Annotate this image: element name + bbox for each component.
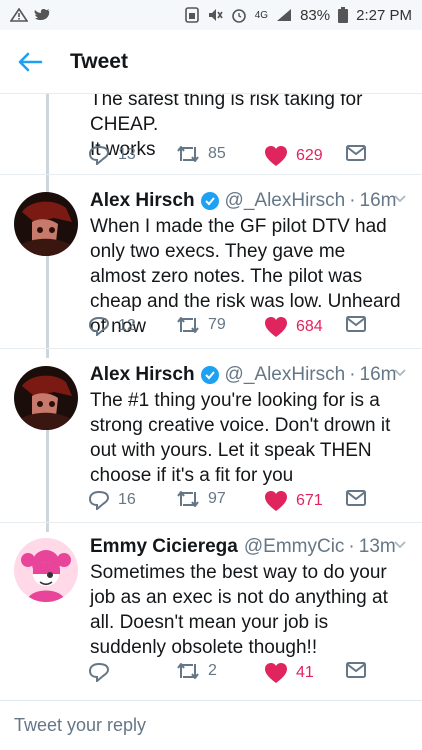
verified-icon [200, 192, 219, 210]
reply-count: 13 [118, 146, 136, 163]
direct-message-button[interactable] [346, 662, 366, 678]
reply-icon [88, 316, 110, 336]
battery-icon [338, 7, 349, 23]
separator-dot: · [349, 364, 356, 385]
like-count: 671 [296, 492, 323, 509]
like-button[interactable]: 629 [264, 145, 323, 167]
status-bar: 4G 83% 2:27 PM [0, 0, 422, 30]
retweet-icon [177, 663, 199, 679]
like-count: 684 [296, 318, 323, 335]
alarm-icon [231, 9, 246, 23]
user-handle[interactable]: @_AlexHirsch [225, 189, 346, 213]
retweet-button[interactable]: 2 [176, 662, 217, 680]
reply-count: 16 [118, 491, 136, 508]
heart-icon [265, 146, 287, 166]
divider [0, 174, 422, 175]
tweet-header: Emmy Cicierega @EmmyCic · 13m [90, 535, 408, 559]
avatar-image [14, 366, 78, 430]
avatar[interactable] [14, 366, 78, 430]
reply-button[interactable]: 16 [88, 490, 136, 510]
timestamp: 16m [359, 190, 397, 211]
retweet-button[interactable]: 79 [176, 316, 226, 334]
chevron-down-icon[interactable] [392, 537, 408, 553]
message-icon [346, 145, 366, 161]
message-icon [346, 316, 366, 332]
reply-icon [88, 490, 110, 510]
reply-button[interactable] [88, 662, 118, 682]
reply-button[interactable]: 12 [88, 316, 136, 336]
retweet-count: 2 [208, 662, 217, 679]
status-right: 4G 83% 2:27 PM [184, 6, 412, 24]
direct-message-button[interactable] [346, 316, 366, 332]
like-count: 41 [296, 664, 314, 681]
divider [0, 348, 422, 349]
tweet-actions: 12 79 684 [88, 316, 408, 342]
like-count: 629 [296, 147, 323, 164]
display-name[interactable]: Alex Hirsch [90, 363, 195, 387]
display-name[interactable]: Emmy Cicierega [90, 535, 238, 559]
avatar-image [14, 192, 78, 256]
page-title: Tweet [70, 49, 128, 73]
twitter-bird-icon [34, 9, 51, 20]
signal-icon [277, 9, 292, 21]
retweet-count: 79 [208, 316, 226, 333]
avatar-image [14, 538, 78, 602]
tweet-actions: 2 41 [88, 662, 408, 688]
back-arrow-icon [18, 52, 43, 71]
reply-icon [88, 662, 110, 682]
sim-icon [184, 7, 199, 23]
heart-icon [265, 663, 287, 683]
retweet-icon [177, 317, 199, 333]
heart-icon [265, 317, 287, 337]
status-left [10, 8, 52, 22]
tweet-item[interactable]: The safest thing is risk taking for CHEA… [0, 94, 422, 192]
timestamp: 13m [358, 536, 396, 557]
retweet-count: 97 [208, 490, 226, 507]
like-button[interactable]: 684 [264, 316, 323, 338]
display-name[interactable]: Alex Hirsch [90, 189, 195, 213]
heart-icon [265, 491, 287, 511]
verified-icon [200, 366, 219, 384]
app-bar: Tweet [0, 30, 422, 94]
avatar[interactable] [14, 538, 78, 602]
tweet-actions: 13 85 629 [88, 145, 408, 171]
tweet-feed[interactable]: The safest thing is risk taking for CHEA… [0, 94, 422, 700]
divider [0, 522, 422, 523]
separator-dot: · [348, 536, 355, 557]
retweet-count: 85 [208, 145, 226, 162]
separator-dot: · [349, 190, 356, 211]
like-button[interactable]: 671 [264, 490, 323, 512]
message-icon [346, 662, 366, 678]
user-handle[interactable]: @EmmyCic [244, 535, 345, 559]
network-label: 4G [254, 9, 269, 21]
tweet-actions: 16 97 671 [88, 490, 408, 516]
tweet-header: Alex Hirsch @_AlexHirsch · 16m [90, 363, 408, 387]
retweet-icon [177, 491, 199, 507]
reply-placeholder: Tweet your reply [14, 715, 147, 735]
warning-icon [10, 8, 28, 22]
direct-message-button[interactable] [346, 145, 366, 161]
retweet-button[interactable]: 97 [176, 490, 226, 508]
mute-icon [208, 9, 223, 21]
chevron-down-icon[interactable] [392, 191, 408, 207]
reply-button[interactable]: 13 [88, 145, 136, 165]
back-button[interactable] [0, 30, 60, 94]
tweet-text: Sometimes the best way to do your job as… [90, 562, 388, 658]
direct-message-button[interactable] [346, 490, 366, 506]
battery-percent: 83% [300, 6, 331, 24]
message-icon [346, 490, 366, 506]
clock: 2:27 PM [356, 6, 412, 24]
retweet-icon [177, 146, 199, 162]
avatar[interactable] [14, 192, 78, 256]
user-handle[interactable]: @_AlexHirsch [225, 363, 346, 387]
tweet-header: Alex Hirsch @_AlexHirsch · 16m [90, 189, 408, 213]
like-button[interactable]: 41 [264, 662, 314, 684]
reply-input[interactable]: Tweet your reply [0, 700, 422, 750]
tweet-text: The #1 thing you're looking for is a str… [90, 390, 391, 486]
retweet-button[interactable]: 85 [176, 145, 226, 163]
timestamp: 16m [359, 364, 397, 385]
reply-count: 12 [118, 317, 136, 334]
chevron-down-icon[interactable] [392, 365, 408, 381]
reply-icon [88, 145, 110, 165]
